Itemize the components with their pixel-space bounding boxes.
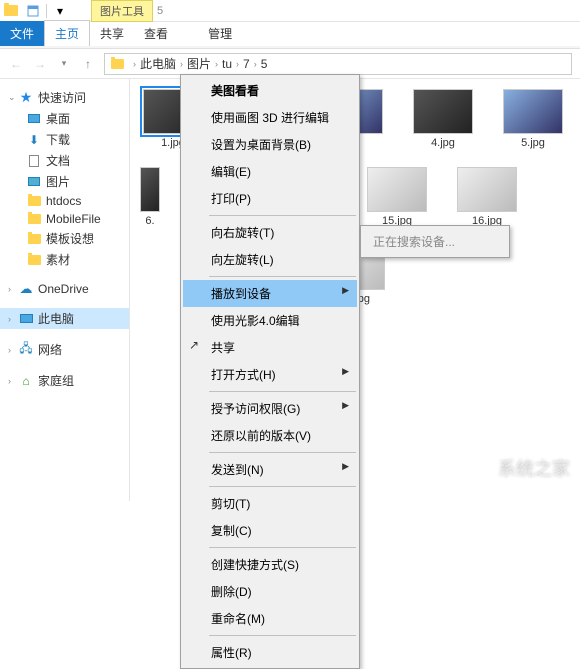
properties-qat-icon[interactable] [22,2,44,20]
nav-tree: ⌄★快速访问 桌面 ⬇下载 文档 图片 htdocs MobileFile 模板… [0,79,130,501]
titlebar: ▾ 图片工具 5 [0,0,580,22]
context-menu: 美图看看 使用画图 3D 进行编辑 设置为桌面背景(B) 编辑(E) 打印(P)… [180,74,360,669]
ctx-cut[interactable]: 剪切(T) [183,490,357,517]
context-tab-badge: 图片工具 [91,0,153,22]
context-submenu: 正在搜索设备... [360,225,510,258]
breadcrumb-seg[interactable]: 7 [243,57,250,71]
ctx-delete[interactable]: 删除(D) [183,578,357,605]
tree-documents[interactable]: 文档 [0,150,129,171]
tab-manage[interactable]: 管理 [198,21,242,46]
chevron-right-icon: ▶ [342,461,349,472]
tree-desktop[interactable]: 桌面 [0,108,129,129]
ctx-copy[interactable]: 复制(C) [183,517,357,544]
dropdown-qat-icon[interactable]: ▾ [49,2,71,20]
ctx-edit-3d[interactable]: 使用画图 3D 进行编辑 [183,104,357,131]
chevron-right-icon: ▶ [342,366,349,377]
folder-qat-icon[interactable] [0,2,22,20]
file-thumb[interactable]: 16.jpg [454,167,520,227]
ctx-shortcut[interactable]: 创建快捷方式(S) [183,551,357,578]
ctx-rotate-right[interactable]: 向右旋转(T) [183,219,357,246]
tree-quick-access[interactable]: ⌄★快速访问 [0,87,129,108]
tree-htdocs[interactable]: htdocs [0,192,129,210]
breadcrumb-seg[interactable]: tu [222,57,232,71]
ctx-cast-to-device[interactable]: 播放到设备▶ [183,280,357,307]
file-thumb[interactable]: 15.jpg [364,167,430,227]
tab-file[interactable]: 文件 [0,21,44,46]
tab-home[interactable]: 主页 [44,20,90,46]
ctx-restore[interactable]: 还原以前的版本(V) [183,422,357,449]
ctx-edit[interactable]: 编辑(E) [183,158,357,185]
ctx-grant-access[interactable]: 授予访问权限(G)▶ [183,395,357,422]
breadcrumb-seg[interactable]: 5 [261,57,268,71]
ribbon-tabs: 文件 主页 共享 查看 管理 [0,22,580,46]
tree-mobilefile[interactable]: MobileFile [0,210,129,228]
ctx-set-bg[interactable]: 设置为桌面背景(B) [183,131,357,158]
tree-material[interactable]: 素材 [0,249,129,270]
file-thumb[interactable]: 6. [140,167,160,227]
forward-button[interactable]: → [28,52,52,76]
breadcrumb[interactable]: › 此电脑› 图片› tu› 7› 5 [104,53,572,75]
tree-homegroup[interactable]: ›⌂家庭组 [0,370,129,391]
ctx-guangying[interactable]: 使用光影4.0编辑 [183,307,357,334]
ctx-searching-devices: 正在搜索设备... [363,228,507,255]
tree-downloads[interactable]: ⬇下载 [0,129,129,150]
ctx-meitu[interactable]: 美图看看 [183,77,357,104]
breadcrumb-seg[interactable]: 图片 [187,55,211,72]
recent-dropdown[interactable]: ▾ [52,52,76,76]
ctx-properties[interactable]: 属性(R) [183,639,357,666]
tree-this-pc[interactable]: ›此电脑 [0,308,129,329]
share-icon: ↗ [189,338,199,352]
ctx-share[interactable]: ↗共享 [183,334,357,361]
tree-onedrive[interactable]: ›☁OneDrive [0,280,129,298]
ctx-rename[interactable]: 重命名(M) [183,605,357,632]
tree-template[interactable]: 模板设想 [0,228,129,249]
tree-pictures[interactable]: 图片 [0,171,129,192]
tab-share[interactable]: 共享 [90,21,134,46]
back-button[interactable]: ← [4,52,28,76]
file-thumb[interactable]: 5.jpg [500,89,566,149]
file-thumb[interactable]: 4.jpg [410,89,476,149]
breadcrumb-seg[interactable]: 此电脑 [140,55,176,72]
up-button[interactable]: ↑ [76,52,100,76]
ctx-open-with[interactable]: 打开方式(H)▶ [183,361,357,388]
chevron-right-icon: ▶ [342,400,349,411]
ctx-send-to[interactable]: 发送到(N)▶ [183,456,357,483]
window-title: 5 [153,5,167,17]
tree-network[interactable]: ›🖧网络 [0,339,129,360]
chevron-right-icon: ▶ [342,285,349,296]
ctx-print[interactable]: 打印(P) [183,185,357,212]
ctx-rotate-left[interactable]: 向左旋转(L) [183,246,357,273]
tab-view[interactable]: 查看 [134,21,178,46]
